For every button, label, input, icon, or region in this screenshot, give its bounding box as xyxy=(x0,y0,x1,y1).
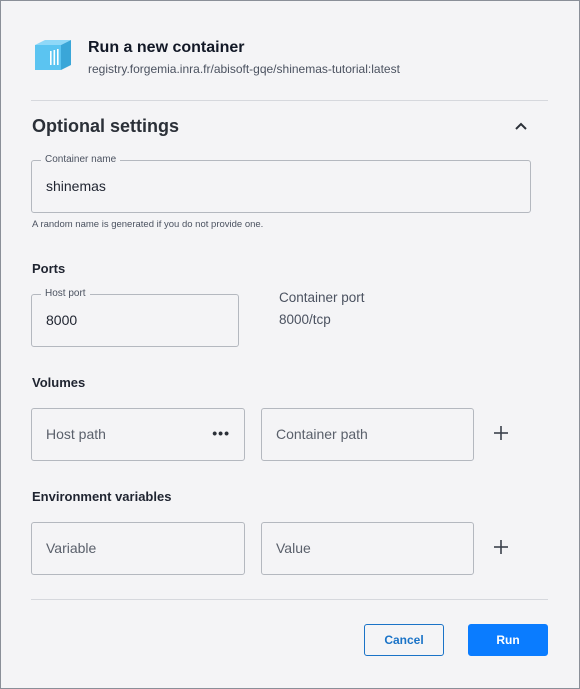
dialog-title: Run a new container xyxy=(88,39,245,56)
value-field[interactable]: Value xyxy=(261,522,474,575)
container-path-placeholder: Container path xyxy=(276,426,368,442)
container-name-helper: A random name is generated if you do not… xyxy=(32,219,264,230)
container-name-field[interactable]: Container name shinemas xyxy=(31,153,531,213)
add-env-var-plus-icon[interactable] xyxy=(491,537,511,557)
chevron-up-icon[interactable] xyxy=(510,115,532,137)
ellipsis-icon[interactable]: ••• xyxy=(212,409,230,457)
container-path-field[interactable]: Container path xyxy=(261,408,474,461)
container-name-value: shinemas xyxy=(46,178,106,194)
host-path-field[interactable]: Host path ••• xyxy=(31,408,245,461)
dialog-header: Run a new container registry.forgemia.in… xyxy=(31,37,549,77)
volumes-title: Volumes xyxy=(32,375,86,390)
image-reference: registry.forgemia.inra.fr/abisoft-gqe/sh… xyxy=(88,62,400,76)
run-container-dialog: Run a new container registry.forgemia.in… xyxy=(0,0,580,689)
host-port-field[interactable]: Host port 8000 xyxy=(31,287,239,347)
ports-title: Ports xyxy=(32,261,66,276)
run-button[interactable]: Run xyxy=(468,624,548,656)
host-path-placeholder: Host path xyxy=(46,426,106,442)
value-placeholder: Value xyxy=(276,540,311,556)
environment-variables-title: Environment variables xyxy=(32,489,172,504)
variable-field[interactable]: Variable xyxy=(31,522,245,575)
footer-divider xyxy=(31,599,548,600)
container-port-value: 8000/tcp xyxy=(279,312,331,327)
container-port-label: Container port xyxy=(279,290,365,305)
container-image-icon xyxy=(31,37,73,73)
add-volume-plus-icon[interactable] xyxy=(491,423,511,443)
variable-placeholder: Variable xyxy=(46,540,97,556)
cancel-button[interactable]: Cancel xyxy=(364,624,444,656)
header-divider xyxy=(31,100,548,101)
host-port-value: 8000 xyxy=(46,312,78,328)
optional-settings-title: Optional settings xyxy=(32,116,180,136)
